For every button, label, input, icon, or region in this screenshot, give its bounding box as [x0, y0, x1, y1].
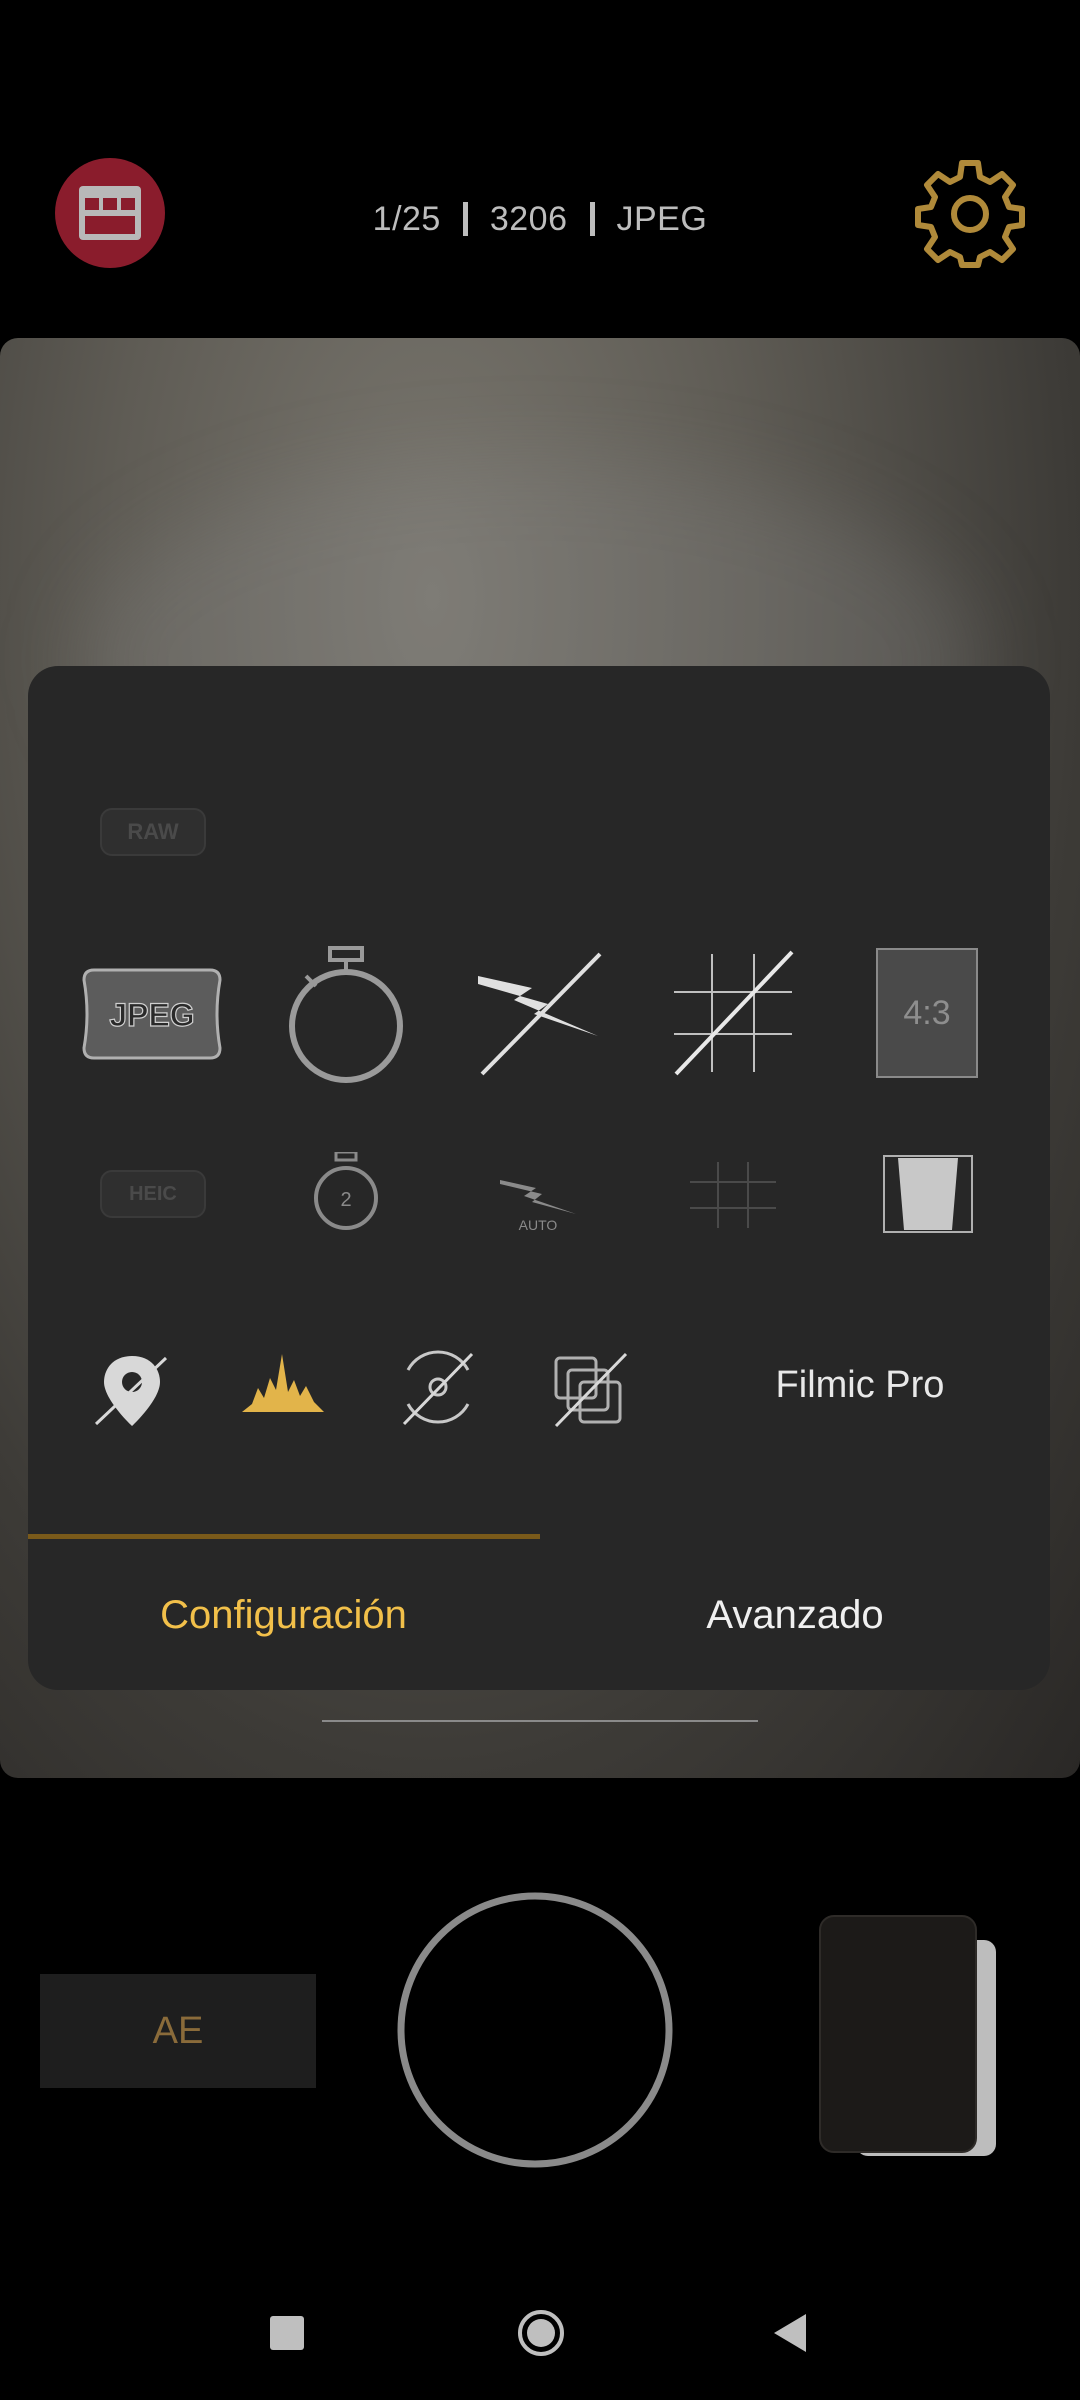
histogram-baseline — [322, 1720, 758, 1722]
aspect-ratio-button[interactable]: 4:3 — [876, 948, 978, 1078]
shutter-button[interactable] — [395, 1890, 675, 2170]
tab-avanzado[interactable]: Avanzado — [540, 1578, 1050, 1652]
preset-label[interactable]: Filmic Pro — [700, 1330, 1020, 1440]
home-nav-button[interactable] — [516, 2308, 566, 2358]
timer-icon[interactable] — [286, 946, 406, 1086]
shutter-speed-value: 1/25 — [372, 200, 441, 238]
grid-icon[interactable] — [688, 1160, 778, 1230]
timer-2s-icon[interactable]: 2 — [296, 1150, 396, 1232]
separator — [462, 202, 468, 236]
histogram-icon[interactable] — [238, 1326, 328, 1448]
jpeg-format-button[interactable]: JPEG — [80, 966, 224, 1062]
separator — [589, 202, 595, 236]
flash-auto-label: AUTO — [519, 1217, 558, 1232]
timer-seconds-label: 2 — [340, 1189, 351, 1211]
format-value: JPEG — [616, 200, 708, 238]
active-tab-indicator — [28, 1534, 540, 1539]
layers-off-icon[interactable] — [548, 1326, 632, 1448]
ae-lock-button[interactable]: AE — [40, 1974, 316, 2088]
flash-auto-icon[interactable]: AUTO — [496, 1172, 580, 1233]
stabilization-off-icon[interactable] — [398, 1326, 478, 1448]
tab-configuracion[interactable]: Configuración — [28, 1578, 539, 1652]
flash-off-icon[interactable] — [474, 948, 604, 1078]
heic-format-button[interactable]: HEIC — [100, 1170, 206, 1218]
back-nav-button[interactable] — [770, 2310, 810, 2356]
location-off-icon[interactable] — [92, 1326, 172, 1448]
gear-icon[interactable] — [912, 155, 1028, 271]
grid-off-icon[interactable] — [670, 948, 796, 1078]
recents-nav-button[interactable] — [270, 2316, 304, 2350]
iso-value: 3206 — [489, 200, 568, 238]
anamorphic-frame-icon[interactable] — [882, 1154, 974, 1234]
gallery-thumbnail[interactable] — [816, 1912, 1002, 2160]
jpeg-label: JPEG — [109, 997, 194, 1033]
raw-format-button[interactable]: RAW — [100, 808, 206, 856]
